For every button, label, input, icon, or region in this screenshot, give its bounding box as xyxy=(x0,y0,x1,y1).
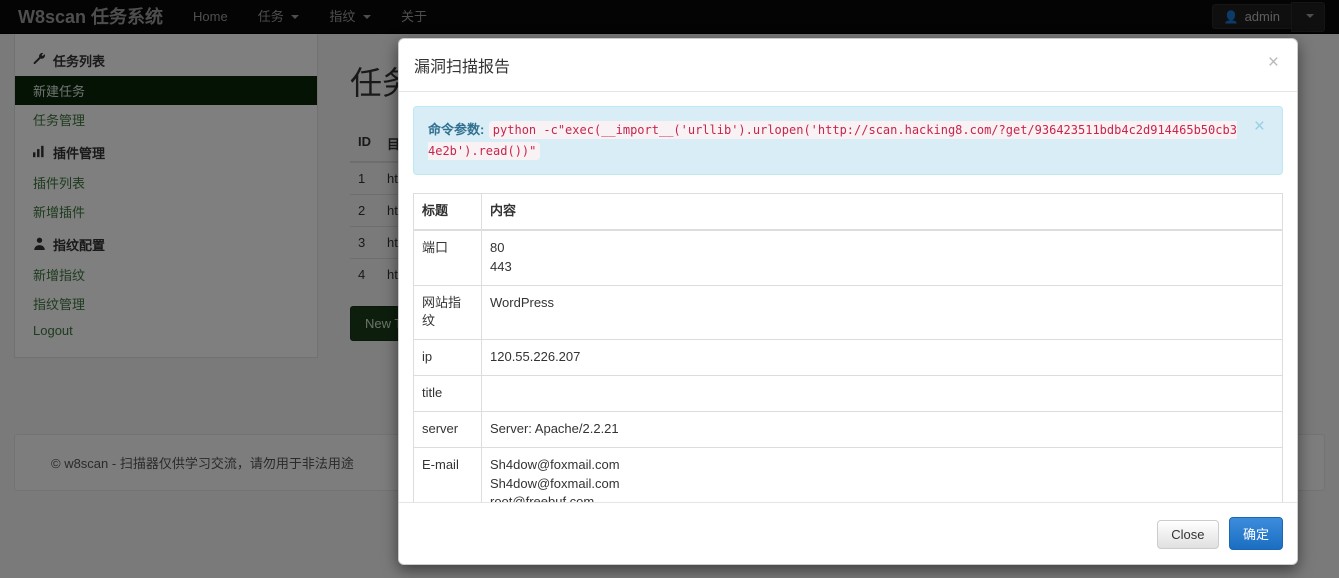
report-table: 标题 内容 端口 80 443 网站指纹 WordPress ip 120.55… xyxy=(413,192,1283,502)
report-key-email: E-mail xyxy=(413,446,482,502)
report-value-line: Sh4dow@foxmail.com xyxy=(490,456,620,472)
report-value-line: Sh4dow@foxmail.com xyxy=(490,475,620,491)
modal-body[interactable]: × 命令参数: python -c"exec(__import__('urlli… xyxy=(399,92,1297,502)
report-value-line: root@freebuf.com xyxy=(490,494,595,502)
report-key-server: server xyxy=(413,410,482,448)
report-value-fingerprint: WordPress xyxy=(481,284,1283,341)
report-key-ip: ip xyxy=(413,339,482,377)
scan-report-modal: 漏洞扫描报告 × × 命令参数: python -c"exec(__import… xyxy=(398,38,1298,565)
table-row: 网站指纹 WordPress xyxy=(413,284,1283,341)
report-column-header-title: 标题 xyxy=(413,192,482,231)
report-value-line: Server: Apache/2.2.21 xyxy=(490,420,619,436)
report-column-header-content: 内容 xyxy=(481,192,1283,231)
table-row: E-mail Sh4dow@foxmail.com Sh4dow@foxmail… xyxy=(413,446,1283,502)
close-icon[interactable]: × xyxy=(1264,51,1283,74)
command-alert-label: 命令参数: xyxy=(428,122,485,137)
table-row: title xyxy=(413,375,1283,412)
confirm-button[interactable]: 确定 xyxy=(1228,517,1283,550)
modal-header: 漏洞扫描报告 × xyxy=(399,39,1297,92)
modal-title: 漏洞扫描报告 xyxy=(414,59,511,76)
table-row: ip 120.55.226.207 xyxy=(413,339,1283,377)
close-button[interactable]: Close xyxy=(1157,520,1219,549)
report-header-row: 标题 内容 xyxy=(413,192,1283,231)
report-value-port: 80 443 xyxy=(481,229,1283,286)
report-key-fingerprint: 网站指纹 xyxy=(413,284,482,341)
report-value-line: 120.55.226.207 xyxy=(490,349,581,365)
report-value-line: 443 xyxy=(490,258,512,274)
report-value-title xyxy=(481,375,1283,412)
close-icon[interactable]: × xyxy=(1248,116,1271,137)
report-key-port: 端口 xyxy=(413,229,482,286)
report-value-ip: 120.55.226.207 xyxy=(481,339,1283,377)
report-key-title: title xyxy=(413,375,482,412)
command-alert: × 命令参数: python -c"exec(__import__('urlli… xyxy=(413,106,1283,175)
command-alert-code: python -c"exec(__import__('urllib').urlo… xyxy=(428,121,1237,160)
report-value-server: Server: Apache/2.2.21 xyxy=(481,410,1283,448)
table-row: 端口 80 443 xyxy=(413,229,1283,286)
modal-footer: Close 确定 xyxy=(399,502,1297,564)
report-value-email: Sh4dow@foxmail.com Sh4dow@foxmail.com ro… xyxy=(481,446,1283,502)
report-value-line: WordPress xyxy=(490,294,555,310)
table-row: server Server: Apache/2.2.21 xyxy=(413,410,1283,448)
report-value-line: 80 xyxy=(490,239,505,255)
